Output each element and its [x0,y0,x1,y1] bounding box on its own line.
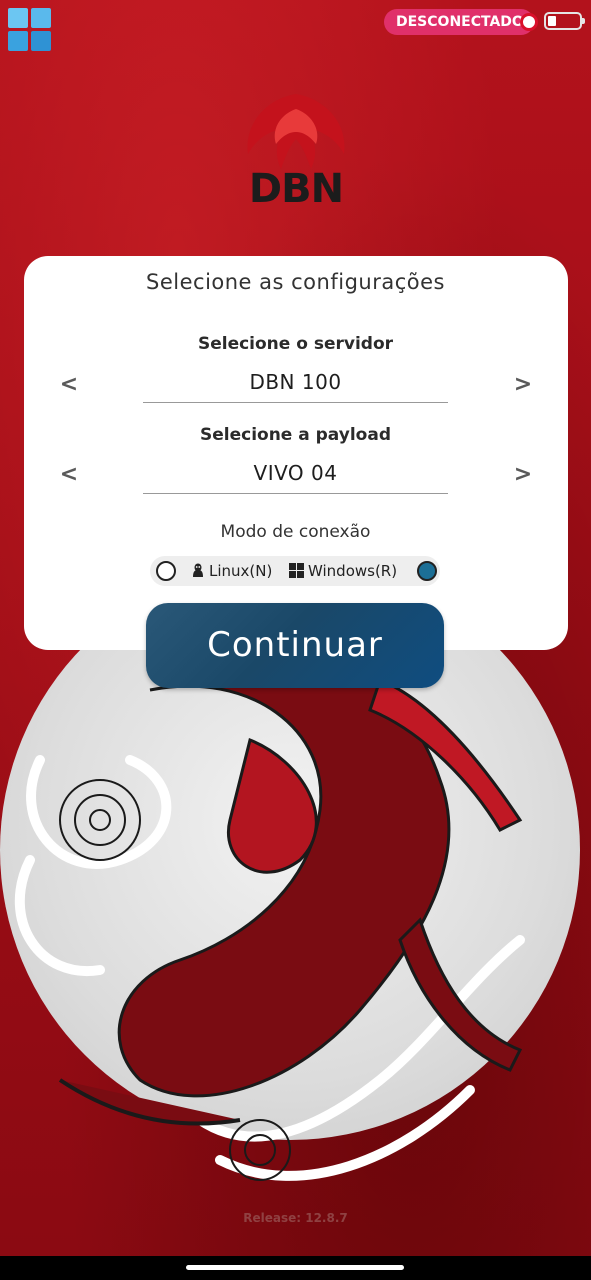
tile-icon [8,31,28,51]
tile-icon [8,8,28,28]
windows-option-label: Windows(R) [308,562,398,580]
status-record-icon [520,13,538,31]
battery-icon [544,12,585,30]
continue-button[interactable]: Continuar [146,603,444,688]
home-indicator[interactable] [186,1265,404,1270]
linux-icon [193,563,203,577]
windows-menu-icon[interactable] [8,8,52,52]
settings-card [24,256,568,650]
card-title: Selecione as configurações [146,270,445,294]
payload-next-button[interactable]: > [508,462,538,487]
linux-option-label: Linux(N) [209,562,273,580]
server-prev-button[interactable]: < [54,372,84,397]
linux-option[interactable]: Linux(N) [191,562,272,580]
connection-status-badge: DESCONECTADO [384,9,534,35]
logo-text: DBN [248,166,344,212]
dbn-logo: DBN [236,84,356,214]
payload-prev-button[interactable]: < [54,462,84,487]
connection-mode-label: Modo de conexão [220,522,371,542]
windows-option[interactable]: Windows(R) [289,562,397,580]
tile-icon [31,8,51,28]
payload-label: Selecione a payload [199,425,391,445]
windows-radio[interactable] [417,561,437,581]
server-label: Selecione o servidor [197,334,394,354]
payload-select[interactable]: VIVO 04 [143,461,448,494]
server-select[interactable]: DBN 100 [143,370,448,403]
server-next-button[interactable]: > [508,372,538,397]
tile-icon [31,31,51,51]
release-version: Release: 12.8.7 [243,1211,348,1225]
windows-icon [289,563,304,578]
linux-radio[interactable] [156,561,176,581]
